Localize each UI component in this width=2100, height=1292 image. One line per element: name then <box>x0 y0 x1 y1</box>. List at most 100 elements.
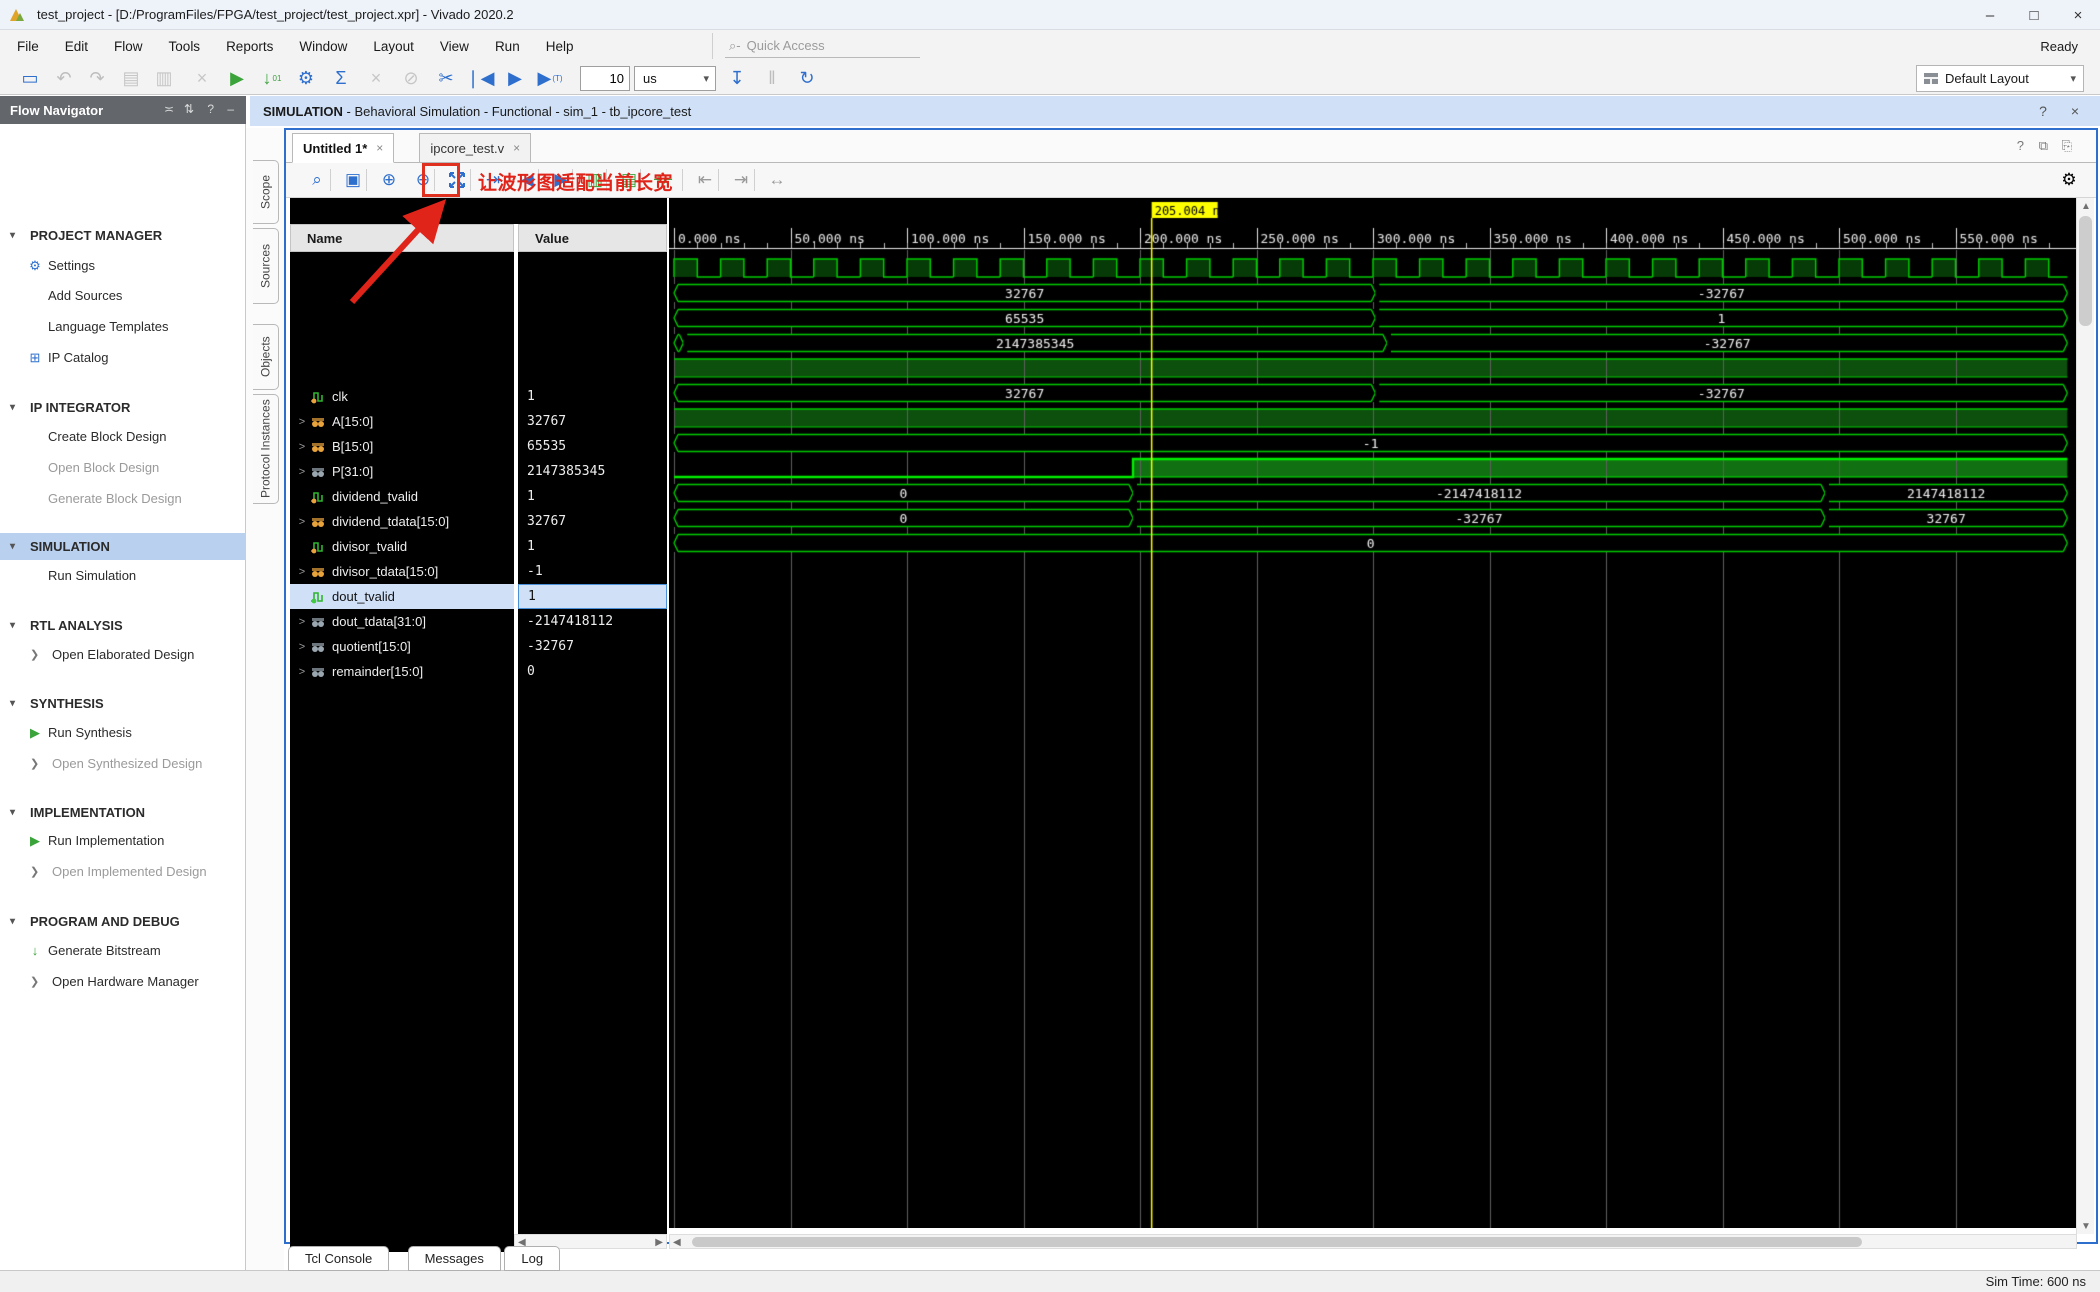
delete-icon[interactable]: × <box>186 62 218 94</box>
menu-flow[interactable]: Flow <box>101 30 156 62</box>
go-left-icon[interactable]: ⇤ <box>690 165 720 195</box>
scroll-up-icon[interactable]: ▲ <box>2077 198 2095 214</box>
wave-horizontal-scrollbar[interactable]: ◀ <box>669 1234 2077 1249</box>
signal-name-dividend_tdata[15:0][interactable]: > dividend_tdata[15:0] <box>290 509 514 534</box>
save-icon[interactable]: ▣ <box>338 165 368 195</box>
waveform-canvas[interactable] <box>669 198 2077 1228</box>
signal-value-A[15:0][interactable]: 32767 <box>518 409 667 434</box>
span-icon[interactable]: ↔ <box>762 165 792 195</box>
expand-icon[interactable]: > <box>295 616 309 628</box>
flownav-synthesis[interactable]: ▾ SYNTHESIS <box>0 690 246 717</box>
expand-icon[interactable]: > <box>295 566 309 578</box>
run-for-time-icon[interactable]: ▶ (T) <box>534 62 566 94</box>
flownav-program-and-debug[interactable]: ▾ PROGRAM AND DEBUG <box>0 908 246 935</box>
name-column-header[interactable]: Name <box>290 224 514 252</box>
bottom-tab-log[interactable]: Log <box>504 1246 561 1271</box>
open-project-icon[interactable]: ▭ <box>14 62 46 94</box>
flownav-open-synthesized-design[interactable]: ❯ Open Synthesized Design <box>0 750 246 777</box>
flownav-open-hardware-manager[interactable]: ❯ Open Hardware Manager <box>0 968 246 995</box>
generate-bitstream-icon[interactable]: ↓ 01 <box>256 62 288 94</box>
wave-settings-gear-icon[interactable]: ⚙ <box>2054 165 2084 195</box>
redo-icon[interactable]: ↷ <box>81 62 113 94</box>
run-all-icon[interactable]: ▶ <box>499 62 531 94</box>
side-tab-objects[interactable]: Objects <box>253 324 279 390</box>
flownav-open-implemented-design[interactable]: ❯ Open Implemented Design <box>0 858 246 885</box>
signal-value-divisor_tvalid[interactable]: 1 <box>518 534 667 559</box>
unmark-icon[interactable]: ✂ <box>430 62 462 94</box>
wave-tab-1[interactable]: Untitled 1* × <box>292 133 395 163</box>
go-right-icon[interactable]: ⇥ <box>726 165 756 195</box>
side-tab-sources[interactable]: Sources <box>253 228 279 304</box>
signal-name-dividend_tvalid[interactable]: dividend_tvalid <box>290 484 514 509</box>
signal-name-divisor_tdata[15:0][interactable]: > divisor_tdata[15:0] <box>290 559 514 584</box>
signal-value-dividend_tvalid[interactable]: 1 <box>518 484 667 509</box>
flownav-ip-integrator[interactable]: ▾ IP INTEGRATOR <box>0 394 246 421</box>
scroll-down-icon[interactable]: ▼ <box>2077 1218 2095 1234</box>
expand-icon[interactable]: > <box>295 441 309 453</box>
close-icon[interactable]: × <box>2062 96 2088 126</box>
vertical-scrollbar[interactable]: ▲ ▼ <box>2076 198 2094 1234</box>
signal-value-dout_tvalid[interactable]: 1 <box>518 584 667 609</box>
signal-value-remainder[15:0][interactable]: 0 <box>518 659 667 684</box>
flownav-open-block-design[interactable]: Open Block Design <box>0 454 246 481</box>
signal-value-dout_tdata[31:0][interactable]: -2147418112 <box>518 609 667 634</box>
edit-gray-icon[interactable]: ⊘ <box>395 62 427 94</box>
close-tab-icon[interactable]: × <box>513 141 520 155</box>
close-button[interactable]: × <box>2056 0 2100 30</box>
help-icon[interactable]: ? <box>2017 138 2024 153</box>
paste-icon[interactable]: ▥ <box>148 62 180 94</box>
help-icon[interactable]: ? <box>207 102 214 116</box>
copy-icon[interactable]: ▤ <box>115 62 147 94</box>
float-window-icon[interactable]: ⧉ <box>2039 138 2048 154</box>
expand-icon[interactable]: > <box>295 666 309 678</box>
signal-value-dividend_tdata[15:0][interactable]: 32767 <box>518 509 667 534</box>
scroll-left-icon[interactable]: ◀ <box>673 1235 681 1250</box>
signal-name-clk[interactable]: clk <box>290 384 514 409</box>
flownav-generate-block-design[interactable]: Generate Block Design <box>0 485 246 512</box>
scrollbar-thumb[interactable] <box>692 1237 1862 1247</box>
expand-all-icon[interactable]: ⇅ <box>184 102 194 116</box>
collapse-all-icon[interactable]: ≍ <box>164 102 174 116</box>
flownav-project-manager[interactable]: ▾ PROJECT MANAGER <box>0 222 246 249</box>
search-icon[interactable]: ⌕ <box>302 165 332 195</box>
flownav-language-templates[interactable]: Language Templates <box>0 313 246 340</box>
minimize-panel-icon[interactable]: – <box>227 102 234 116</box>
scrollbar-thumb[interactable] <box>2079 216 2092 326</box>
menu-run[interactable]: Run <box>482 30 533 62</box>
signal-name-A[15:0][interactable]: > A[15:0] <box>290 409 514 434</box>
pause-icon[interactable]: ‖ <box>756 62 788 94</box>
flownav-add-sources[interactable]: Add Sources <box>0 282 246 309</box>
value-column-header[interactable]: Value <box>518 224 667 252</box>
minimize-button[interactable]: – <box>1968 0 2012 30</box>
signal-name-dout_tvalid[interactable]: dout_tvalid <box>290 584 514 609</box>
signal-value-clk[interactable]: 1 <box>518 384 667 409</box>
run-time-unit-select[interactable]: us ▾ <box>634 66 716 91</box>
menu-help[interactable]: Help <box>533 30 587 62</box>
signal-name-divisor_tvalid[interactable]: divisor_tvalid <box>290 534 514 559</box>
zoom-in-icon[interactable]: ⊕ <box>374 165 404 195</box>
signal-name-P[31:0][interactable]: > P[31:0] <box>290 459 514 484</box>
run-time-input[interactable] <box>580 66 630 91</box>
maximize-button[interactable]: □ <box>2012 0 2056 30</box>
signal-value-P[31:0][interactable]: 2147385345 <box>518 459 667 484</box>
wave-tab-2[interactable]: ipcore_test.v × <box>419 133 532 163</box>
layout-selector[interactable]: Default Layout ▾ <box>1916 65 2084 92</box>
menu-view[interactable]: View <box>427 30 482 62</box>
flownav-implementation[interactable]: ▾ IMPLEMENTATION <box>0 799 246 826</box>
flownav-ip-catalog[interactable]: ⊞ IP Catalog <box>0 344 246 371</box>
flownav-simulation[interactable]: ▾ SIMULATION <box>0 533 246 560</box>
expand-icon[interactable]: > <box>295 466 309 478</box>
signal-name-remainder[15:0][interactable]: > remainder[15:0] <box>290 659 514 684</box>
flownav-run-simulation[interactable]: Run Simulation <box>0 562 246 589</box>
flownav-run-implementation[interactable]: ▶ Run Implementation <box>0 827 246 854</box>
side-tab-scope[interactable]: Scope <box>253 160 279 224</box>
signal-name-quotient[15:0][interactable]: > quotient[15:0] <box>290 634 514 659</box>
help-icon[interactable]: ? <box>2030 96 2056 126</box>
signal-name-dout_tdata[31:0][interactable]: > dout_tdata[31:0] <box>290 609 514 634</box>
close-tab-icon[interactable]: × <box>376 141 383 155</box>
flownav-generate-bitstream[interactable]: ↓ Generate Bitstream <box>0 937 246 964</box>
signal-value-B[15:0][interactable]: 65535 <box>518 434 667 459</box>
bottom-tab-messages[interactable]: Messages <box>407 1246 501 1271</box>
signal-value-quotient[15:0][interactable]: -32767 <box>518 634 667 659</box>
flownav-run-synthesis[interactable]: ▶ Run Synthesis <box>0 719 246 746</box>
